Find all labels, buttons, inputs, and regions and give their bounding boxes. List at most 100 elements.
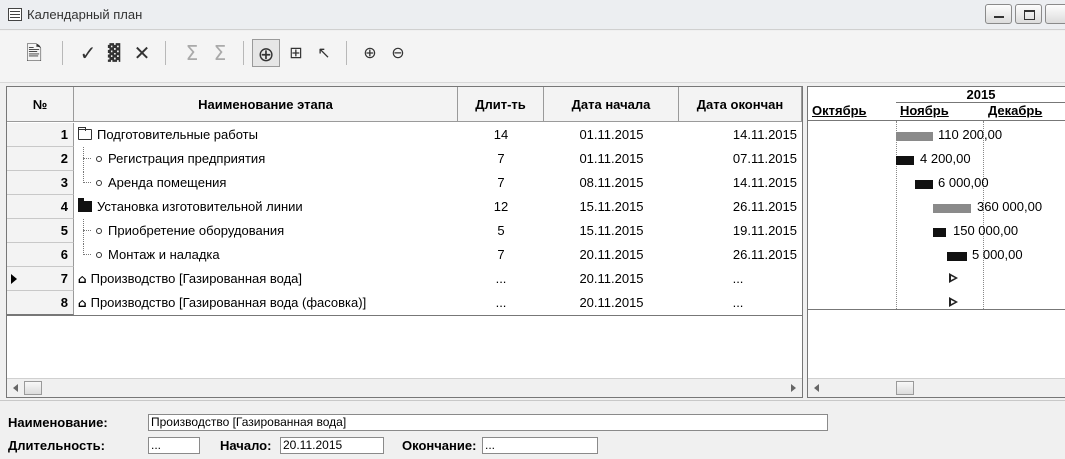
row-number: 8: [7, 291, 74, 315]
stages-table: № Наименование этапа Длит-ть Дата начала…: [6, 86, 803, 398]
start-label: Начало:: [220, 438, 272, 453]
delete-icon[interactable]: ✕: [128, 39, 156, 67]
column-header-end[interactable]: Дата окончан: [679, 87, 802, 122]
row-number: 1: [7, 123, 74, 147]
gantt-month: Декабрь: [988, 103, 1043, 118]
gantt-month-divider: [896, 121, 897, 309]
row-number: 3: [7, 171, 74, 195]
gantt-bar-label: 4 200,00: [920, 151, 971, 166]
zoom-out-icon[interactable]: ⊖: [384, 39, 412, 67]
column-header-duration[interactable]: Длит-ть: [458, 87, 544, 122]
gantt-bar[interactable]: [915, 180, 933, 189]
close-button[interactable]: [1045, 4, 1065, 24]
scroll-thumb[interactable]: [896, 381, 914, 395]
table-row[interactable]: 3 Аренда помещения 7 08.11.2015 14.11.20…: [7, 171, 802, 195]
task-bullet-icon: [96, 156, 102, 162]
window-icon: [8, 8, 22, 21]
minimize-button[interactable]: [985, 4, 1012, 24]
gantt-bar[interactable]: [933, 228, 946, 237]
check-icon[interactable]: ✓: [74, 39, 102, 67]
toolbar-separator: [346, 41, 347, 65]
name-field[interactable]: Производство [Газированная вода]: [148, 414, 828, 431]
toolbar-separator: [62, 41, 63, 65]
table-row[interactable]: 5 Приобретение оборудования 5 15.11.2015…: [7, 219, 802, 243]
stage-end: ...: [732, 295, 744, 310]
stage-name: Подготовительные работы: [97, 127, 258, 142]
add-node-icon[interactable]: ⊕: [252, 39, 280, 67]
table-row[interactable]: 8 ⌂ Производство [Газированная вода (фасо…: [7, 291, 802, 315]
toolbar-separator: [243, 41, 244, 65]
folder-open-icon: [78, 127, 92, 140]
current-row-icon: [11, 274, 17, 284]
zoom-in-icon[interactable]: ⊕: [356, 39, 384, 67]
properties-icon[interactable]: 🖹: [20, 39, 48, 67]
scroll-right-icon[interactable]: [791, 384, 796, 392]
stage-duration: ...: [495, 295, 507, 310]
column-header-num[interactable]: №: [7, 87, 74, 122]
table-row[interactable]: 4 Установка изготовительной линии 12 15.…: [7, 195, 802, 219]
maximize-button[interactable]: [1015, 4, 1042, 24]
gantt-bar[interactable]: [896, 156, 914, 165]
hierarchy-icon[interactable]: ⊞: [282, 39, 310, 67]
tree-connector: [80, 219, 96, 242]
tree-connector: [80, 243, 96, 266]
gantt-year: 2015: [966, 87, 996, 102]
stage-start: 20.11.2015: [579, 295, 644, 310]
row-number: 7: [60, 271, 68, 286]
gantt-bar-label: 360 000,00: [977, 199, 1043, 214]
scroll-thumb[interactable]: [24, 381, 42, 395]
column-header-name[interactable]: Наименование этапа: [74, 87, 458, 122]
milestone-flag-icon[interactable]: [949, 297, 958, 307]
folder-closed-icon: [78, 198, 92, 212]
pointer-icon[interactable]: ↖: [310, 39, 338, 67]
stage-start: 15.11.2015: [579, 199, 644, 214]
task-bullet-icon: [96, 180, 102, 186]
stage-duration: 14: [493, 127, 509, 142]
stage-duration: 5: [497, 223, 505, 238]
row-number: 2: [7, 147, 74, 171]
gantt-bar-label: 110 200,00: [938, 127, 1003, 142]
table-row[interactable]: 1 Подготовительные работы 14 01.11.2015 …: [7, 123, 802, 147]
stage-end: 14.11.2015: [732, 127, 797, 142]
stage-name: Производство [Газированная вода]: [90, 271, 303, 286]
chart-icon[interactable]: ▓: [100, 39, 128, 67]
gantt-bar-label: 6 000,00: [938, 175, 989, 190]
stage-end: 07.11.2015: [732, 151, 797, 166]
duration-field[interactable]: ...: [148, 437, 200, 454]
stage-end: 26.11.2015: [732, 247, 797, 262]
task-bullet-icon: [96, 228, 102, 234]
table-end-line: [7, 315, 802, 316]
stage-start: 01.11.2015: [579, 127, 644, 142]
toolbar-separator: [165, 41, 166, 65]
stage-name: Приобретение оборудования: [108, 223, 285, 238]
stage-end: 26.11.2015: [732, 199, 797, 214]
gantt-horizontal-scrollbar[interactable]: [808, 378, 1065, 397]
gantt-month-divider: [983, 121, 984, 309]
start-field[interactable]: 20.11.2015: [280, 437, 384, 454]
sum-down-icon[interactable]: Σ: [178, 39, 206, 67]
stage-duration: 7: [497, 151, 505, 166]
row-number: 4: [7, 195, 74, 219]
window-title: Календарный план: [27, 7, 143, 22]
factory-icon: ⌂: [78, 272, 87, 286]
scroll-left-icon[interactable]: [814, 384, 819, 392]
gantt-bar[interactable]: [947, 252, 967, 261]
gantt-month: Ноябрь: [900, 103, 949, 118]
stage-start: 20.11.2015: [579, 247, 644, 262]
gantt-bar[interactable]: [896, 132, 933, 141]
table-horizontal-scrollbar[interactable]: [7, 378, 802, 397]
column-header-start[interactable]: Дата начала: [544, 87, 679, 122]
gantt-bar[interactable]: [933, 204, 971, 213]
table-row[interactable]: 6 Монтаж и наладка 7 20.11.2015 26.11.20…: [7, 243, 802, 267]
end-field[interactable]: ...: [482, 437, 598, 454]
gantt-month: Октябрь: [812, 103, 867, 118]
tree-connector: [80, 171, 96, 194]
scroll-left-icon[interactable]: [13, 384, 18, 392]
details-panel: Наименование: Производство [Газированная…: [0, 400, 1065, 459]
milestone-flag-icon[interactable]: [949, 273, 958, 283]
table-row-selected[interactable]: 7 ⌂ Производство [Газированная вода] ... …: [7, 267, 802, 291]
table-row[interactable]: 2 Регистрация предприятия 7 01.11.2015 0…: [7, 147, 802, 171]
gantt-chart: 2015 Октябрь Ноябрь Декабрь 110 200,00 4…: [807, 86, 1065, 398]
stage-start: 08.11.2015: [579, 175, 644, 190]
sum-right-icon[interactable]: Σ: [206, 39, 234, 67]
